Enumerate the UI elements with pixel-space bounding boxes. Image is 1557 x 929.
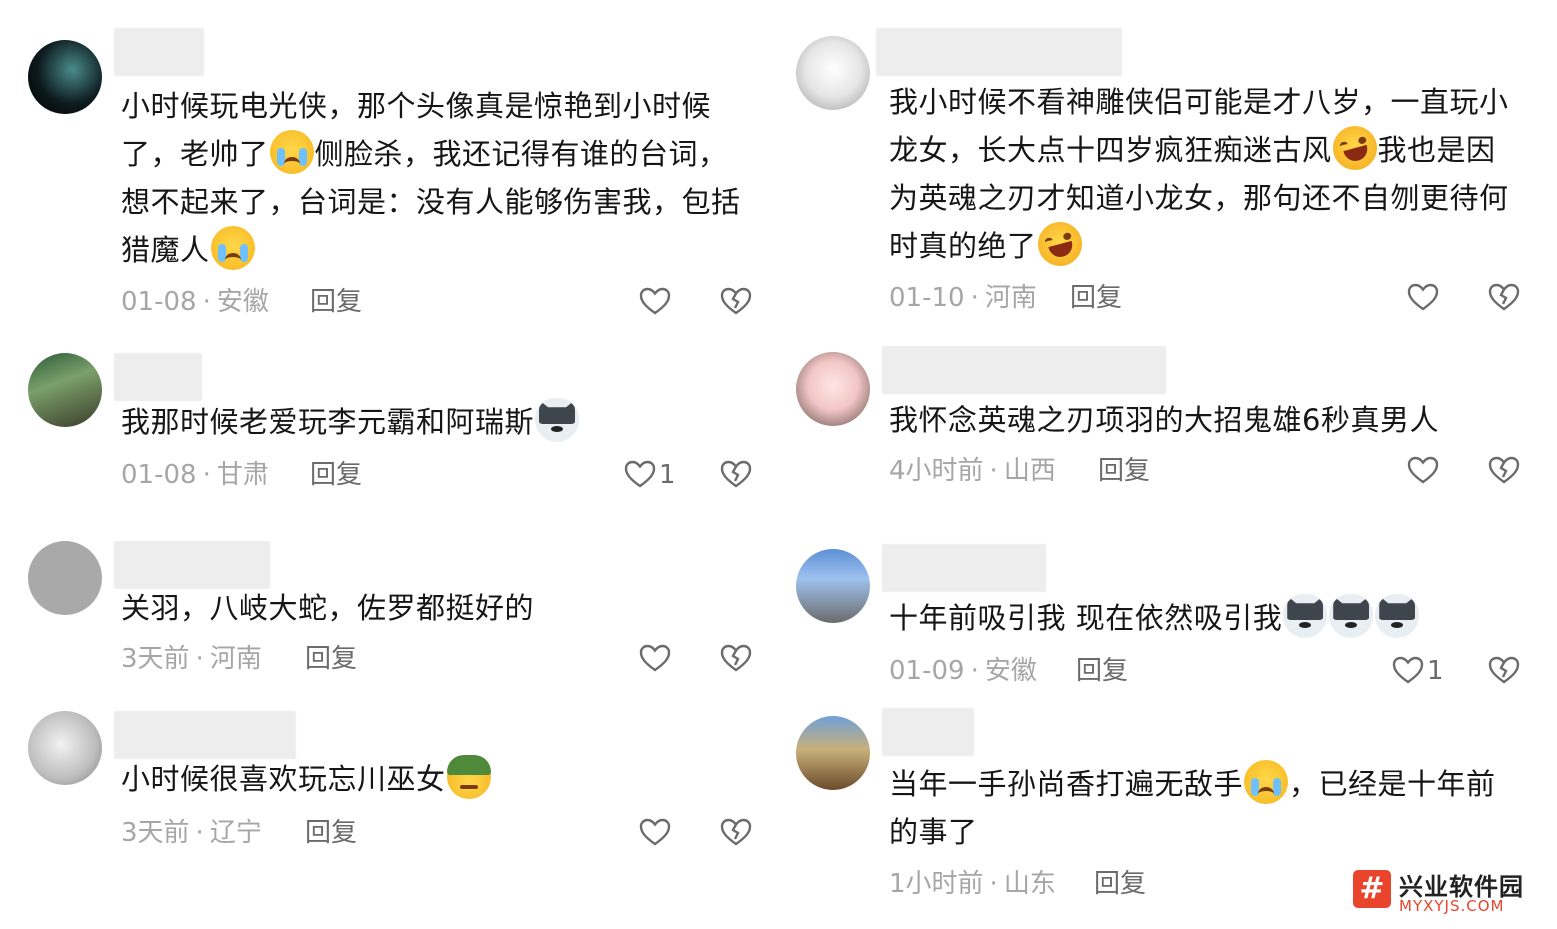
comment-date: 01-08 (121, 460, 197, 490)
comment-text: 我那时候老爱玩李元霸和阿瑞斯 (121, 398, 746, 446)
like-heart-icon[interactable] (624, 459, 656, 489)
avatar[interactable] (796, 716, 870, 790)
comment-location: 河南 (209, 644, 262, 674)
username-blurred[interactable] (882, 708, 974, 756)
comment-meta: 01-08 · 安徽 (121, 287, 269, 317)
username-blurred[interactable] (114, 711, 296, 759)
loudly-crying-emoji (210, 226, 255, 270)
username-blurred[interactable] (876, 28, 1122, 76)
avatar[interactable] (28, 353, 102, 427)
comment-meta: 4小时前 · 山西 (889, 456, 1056, 486)
avatar[interactable] (28, 40, 102, 114)
comment-meta: 3天前 · 河南 (121, 644, 262, 674)
like-heart-icon[interactable] (1407, 282, 1439, 312)
husky-emoji (1375, 594, 1420, 638)
comment-location: 安徽 (216, 287, 269, 317)
username-blurred[interactable] (882, 346, 1166, 394)
loudly-crying-emoji (1244, 760, 1289, 804)
comment-meta: 1小时前 · 山东 (889, 869, 1056, 899)
reply-button[interactable]: 回复 (1094, 867, 1146, 901)
comment-text: 小时候玩电光侠，那个头像真是惊艳到小时候了，老帅了 侧脸杀，我还记得有谁的台词，想… (121, 82, 746, 274)
reply-button[interactable]: 回复 (1076, 654, 1128, 688)
comment-location: 辽宁 (209, 818, 262, 848)
comment-date: 3天前 (121, 818, 190, 848)
username-blurred[interactable] (114, 541, 270, 589)
comment-location: 甘肃 (216, 460, 269, 490)
comment-text: 十年前吸引我 现在依然吸引我 (889, 594, 1514, 642)
comment-text: 我怀念英魂之刃项羽的大招鬼雄6秒真男人 (889, 403, 1439, 437)
comment-text: 当年一手孙尚香打遍无敌手 ，已经是十年前的事了 (889, 760, 1514, 856)
reply-button[interactable]: 回复 (1070, 281, 1122, 315)
comment-date: 01-09 (889, 656, 965, 686)
comment-text: 关羽，八岐大蛇，佐罗都挺好的 (121, 591, 535, 625)
comment-location: 山西 (1003, 456, 1056, 486)
reply-button[interactable]: 回复 (310, 458, 362, 492)
like-heart-icon[interactable] (1407, 455, 1439, 485)
comment-date: 1小时前 (889, 869, 984, 899)
reply-button[interactable]: 回复 (305, 816, 357, 850)
avatar[interactable] (796, 352, 870, 426)
reply-button[interactable]: 回复 (310, 285, 362, 319)
comment-location: 河南 (984, 283, 1037, 313)
dislike-broken-heart-icon[interactable] (720, 459, 752, 489)
watermark-url: MYXYJS.COM (1399, 897, 1505, 915)
dislike-broken-heart-icon[interactable] (1488, 455, 1520, 485)
dislike-broken-heart-icon[interactable] (720, 643, 752, 673)
like-heart-icon[interactable] (639, 643, 671, 673)
comment-date: 01-08 (121, 287, 197, 317)
like-count: 1 (1427, 656, 1444, 686)
like-heart-icon[interactable] (1392, 655, 1424, 685)
dislike-broken-heart-icon[interactable] (720, 286, 752, 316)
like-heart-icon[interactable] (639, 817, 671, 847)
avatar[interactable] (796, 549, 870, 623)
avatar[interactable] (796, 36, 870, 110)
helmet-emoji (446, 755, 491, 799)
husky-emoji (535, 398, 580, 442)
comment-text: 小时候很喜欢玩忘川巫女 (121, 755, 746, 803)
like-heart-icon[interactable] (639, 286, 671, 316)
husky-emoji (1329, 594, 1374, 638)
comment-meta: 01-09 · 安徽 (889, 656, 1037, 686)
like-count: 1 (659, 460, 676, 490)
comment-location: 安徽 (984, 656, 1037, 686)
username-blurred[interactable] (114, 28, 204, 76)
reply-button[interactable]: 回复 (1098, 454, 1150, 488)
comment-meta: 01-10 · 河南 (889, 283, 1037, 313)
reply-button[interactable]: 回复 (305, 642, 357, 676)
comment-date: 4小时前 (889, 456, 984, 486)
loudly-crying-emoji (269, 130, 314, 174)
watermark-logo: # (1353, 870, 1391, 908)
dislike-broken-heart-icon[interactable] (720, 817, 752, 847)
rofl-emoji (1327, 121, 1382, 175)
comment-meta: 3天前 · 辽宁 (121, 818, 262, 848)
username-blurred[interactable] (882, 544, 1046, 592)
site-watermark: # 兴业软件园 MYXYJS.COM (1353, 867, 1549, 917)
avatar[interactable] (28, 711, 102, 785)
comment-text: 我小时候不看神雕侠侣可能是才八岁，一直玩小龙女，长大点十四岁疯狂痴迷古风 我也是因… (889, 78, 1514, 271)
rofl-emoji (1032, 217, 1087, 271)
comment-date: 01-10 (889, 283, 965, 313)
comment-date: 3天前 (121, 644, 190, 674)
comment-meta: 01-08 · 甘肃 (121, 460, 269, 490)
dislike-broken-heart-icon[interactable] (1488, 655, 1520, 685)
comment-location: 山东 (1003, 869, 1056, 899)
husky-emoji (1283, 594, 1328, 638)
username-blurred[interactable] (114, 353, 202, 401)
dislike-broken-heart-icon[interactable] (1488, 282, 1520, 312)
avatar[interactable] (28, 541, 102, 615)
